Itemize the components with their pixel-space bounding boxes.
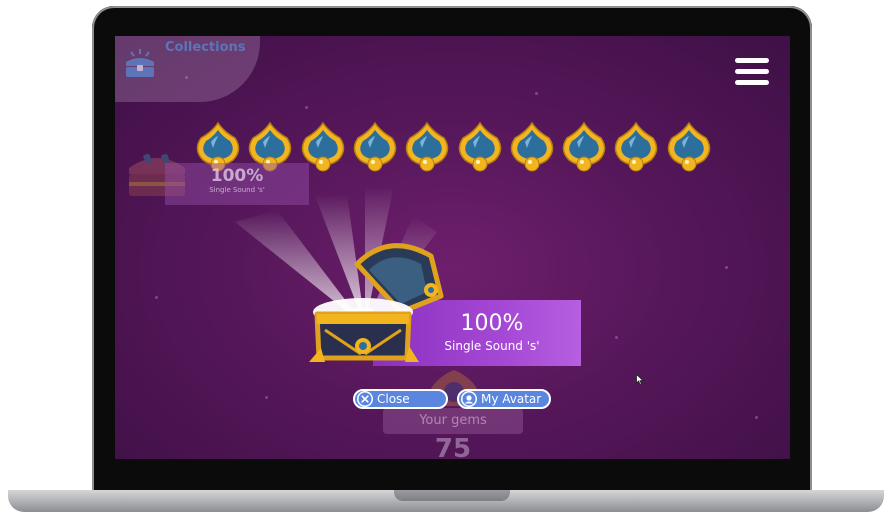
menu-bar-icon: [735, 58, 769, 63]
menu-bar-icon: [735, 69, 769, 74]
collections-label: Collections: [165, 40, 246, 55]
laptop-notch: [394, 490, 510, 501]
treasure-chest-icon: [126, 49, 154, 77]
my-avatar-button[interactable]: My Avatar: [457, 389, 551, 409]
menu-bar-icon: [735, 80, 769, 85]
gems-label: Your gems: [419, 413, 487, 428]
close-button-label: Close: [377, 392, 410, 406]
mouse-cursor-icon: [636, 374, 644, 385]
avatar-icon: [461, 391, 477, 407]
open-treasure-chest-icon: [309, 243, 444, 362]
menu-button[interactable]: [735, 58, 769, 88]
my-avatar-button-label: My Avatar: [481, 392, 542, 406]
collections-tab[interactable]: Collections: [115, 36, 260, 102]
gem-icon: [510, 121, 554, 172]
gem-icon: [615, 121, 658, 172]
gem-icon: [562, 121, 606, 172]
close-icon: [357, 391, 373, 407]
close-button[interactable]: Close: [353, 389, 448, 409]
gem-icon: [458, 121, 501, 172]
gem-icon: [667, 121, 710, 172]
gems-count: 75: [434, 434, 472, 459]
game-screen: Collections 100% Single Sound 's' 100% S…: [115, 36, 790, 459]
gem-icon: [353, 121, 397, 172]
gem-icon: [405, 121, 449, 172]
